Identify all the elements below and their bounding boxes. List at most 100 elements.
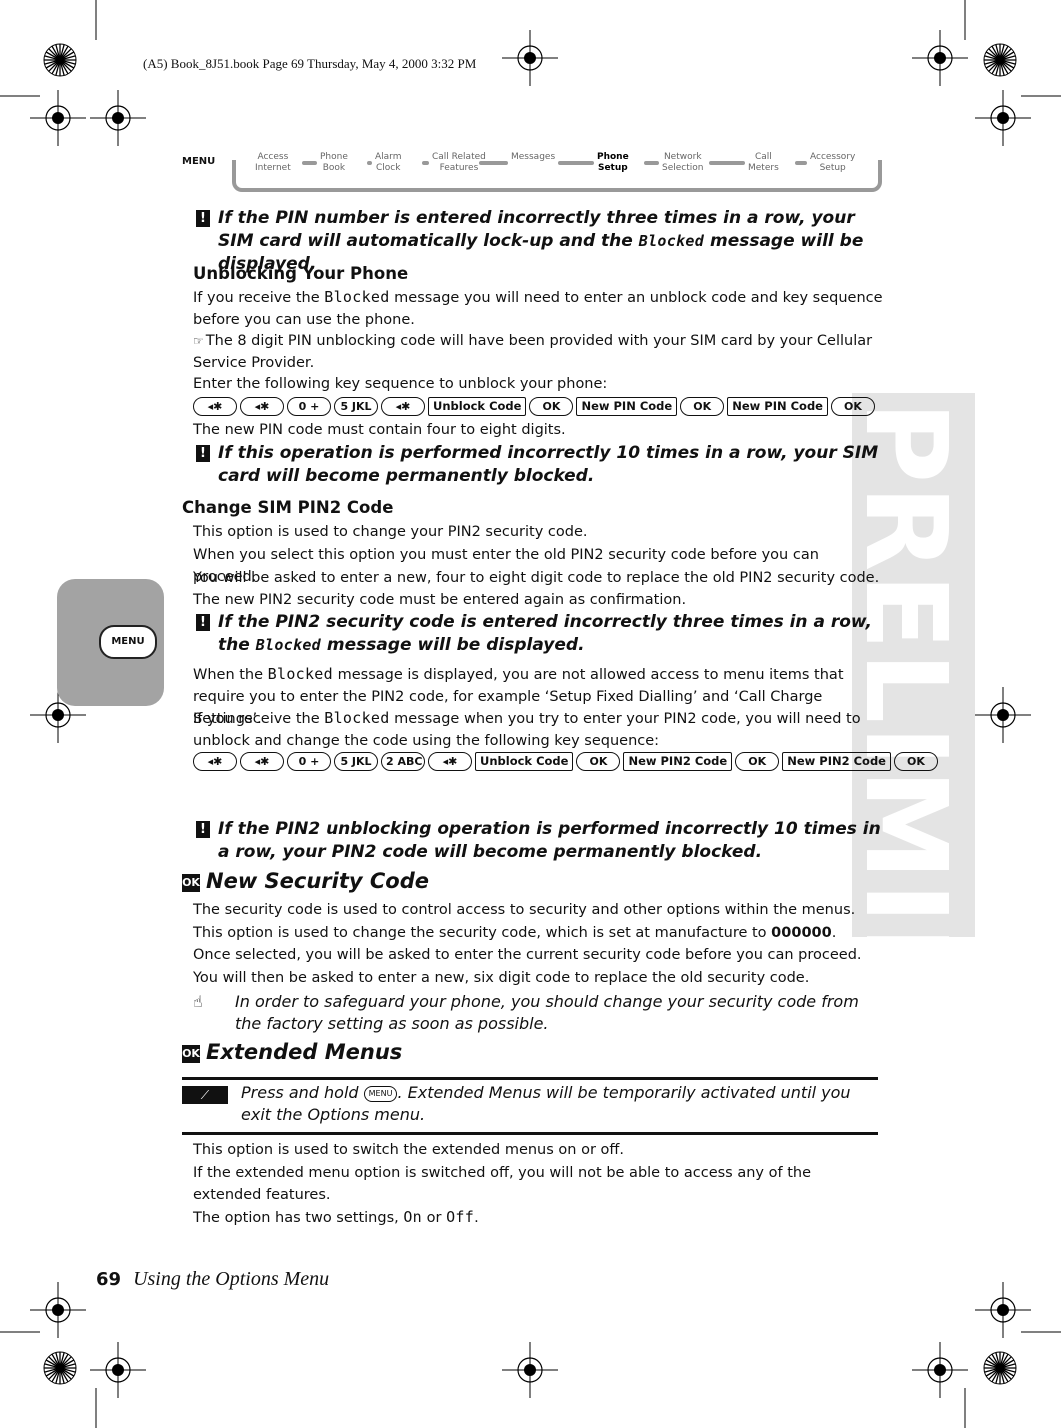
nav-item-label: Selection [662, 163, 704, 173]
nav-item-label: Setup [819, 163, 846, 173]
display-text: Blocked [267, 665, 333, 683]
display-text: On [403, 1208, 423, 1226]
crosshair-mark [975, 687, 1031, 743]
keypad-key-icon: ◂✱ [428, 752, 472, 771]
text: The 8 digit PIN unblocking code will hav… [193, 333, 873, 371]
keypad-key-icon: OK [529, 397, 574, 416]
text: In order to safeguard your phone, you sh… [235, 992, 859, 1033]
menu-option-heading: OK Extended Menus [182, 1041, 896, 1063]
chapter-title: Using the Options Menu [133, 1268, 330, 1290]
crosshair-mark [975, 90, 1031, 146]
warning-icon: ! [196, 614, 210, 631]
warning-note: ! If the PIN2 security code is entered in… [196, 611, 883, 657]
text: Enter the following key sequence to unbl… [193, 376, 608, 392]
entry-step-box: New PIN Code [727, 397, 828, 416]
paragraph: You will be asked to enter a new, four t… [193, 567, 883, 611]
nav-item: Messages [508, 152, 559, 163]
menu-navigation-strip: MENU Access Internet Phone Book Alarm Clock Ca… [182, 150, 882, 192]
keypad-key-icon: 5 JKL [334, 752, 378, 771]
text: . [831, 925, 837, 941]
text: If you receive the [193, 290, 325, 306]
nav-item: Accessory Setup [807, 152, 859, 174]
display-text: Blocked [324, 288, 390, 306]
nav-item: Network Selection [659, 152, 707, 174]
text: Press and hold [241, 1083, 364, 1102]
entry-step-box: Unblock Code [428, 397, 527, 416]
nav-menu-label: MENU [182, 156, 216, 167]
nav-connector [644, 161, 659, 165]
crosshair-mark [30, 90, 86, 146]
text: If the extended menu option is switched … [193, 1165, 811, 1203]
text: When the [193, 667, 268, 683]
paragraph: Once selected, you will be asked to ente… [193, 944, 883, 966]
nav-item: Alarm Clock [372, 152, 405, 174]
section-heading: Unblocking Your Phone [193, 263, 883, 285]
nav-item-label: Accessory [810, 152, 856, 162]
page-number: 69 [96, 1269, 122, 1290]
paragraph: This option is used to switch the extend… [193, 1139, 883, 1161]
nav-item: Phone Book [317, 152, 351, 174]
starburst-mark [43, 1351, 77, 1385]
menu-key-icon: MENU [99, 625, 157, 659]
text: If the PIN2 unblocking operation is perf… [218, 819, 881, 862]
keypad-key-icon: 0 + [287, 397, 331, 416]
paragraph: This option is used to change your PIN2 … [193, 521, 883, 543]
menu-option-heading: OK New Security Code [182, 869, 896, 893]
nav-item: Call Meters [745, 152, 782, 174]
warning-icon: ! [196, 210, 210, 227]
crosshair-mark [912, 30, 968, 86]
nav-item-label: Clock [376, 163, 401, 173]
nav-item-label: Phone [320, 152, 348, 162]
nav-item: Phone Setup [594, 152, 632, 174]
text: The security code is used to control acc… [193, 902, 856, 918]
crosshair-mark [90, 90, 146, 146]
text: Change SIM PIN2 Code [182, 498, 394, 517]
key-sequence: ◂✱ ◂✱ 0 +5 JKL 2 ABC ◂✱ Unblock Code OK New PIN… [193, 752, 938, 771]
text: Once selected, you will be asked to ente… [193, 947, 862, 963]
nav-connector [479, 161, 508, 165]
shortcut-icon: ⟋ [182, 1086, 228, 1104]
text: The new PIN code must contain four to ei… [193, 422, 566, 438]
crosshair-mark [975, 1282, 1031, 1338]
keypad-key-icon: OK [830, 397, 875, 416]
nav-item-label: Features [439, 163, 479, 173]
menu-side-tab: MENU [57, 579, 164, 706]
section-heading: Change SIM PIN2 Code [182, 497, 872, 519]
nav-item-label: Setup [597, 163, 628, 173]
nav-item-label: Call [754, 152, 772, 162]
paragraph: The option has two settings, On or Off. [193, 1206, 883, 1229]
nav-item-label: Meters [748, 163, 779, 173]
keypad-key-icon: 5 JKL [334, 397, 378, 416]
keypad-key-icon: ◂✱ [193, 397, 237, 416]
keypad-key-icon: 2 ABC [381, 752, 425, 771]
crosshair-mark [502, 30, 558, 86]
nav-item-label: Internet [255, 163, 291, 173]
text: You will be asked to enter a new, four t… [193, 570, 880, 608]
nav-connector [558, 161, 594, 165]
nav-item-label: Messages [511, 152, 556, 162]
info-note: ☞ The 8 digit PIN unblocking code will ha… [193, 330, 883, 374]
paragraph: If you receive the Blocked message when … [193, 707, 883, 752]
shortcut-text: Press and hold MENU. Extended Menus will… [241, 1082, 881, 1126]
shortcut-box: ⟋ Press and hold MENU. Extended Menus wil… [182, 1077, 878, 1135]
crosshair-mark [30, 1282, 86, 1338]
keypad-key-icon: OK [735, 752, 780, 771]
starburst-mark [983, 43, 1017, 77]
page-footer: 69 Using the Options Menu [96, 1268, 329, 1291]
keypad-key-icon: ◂✱ [240, 397, 284, 416]
text: message will be displayed. [321, 635, 585, 655]
keypad-key-icon: OK [893, 752, 938, 771]
menu-key-icon: MENU [363, 1086, 398, 1102]
keypad-key-icon: ◂✱ [240, 752, 284, 771]
nav-connector [422, 161, 429, 165]
nav-connector [302, 161, 317, 165]
nav-item-label: Phone [597, 152, 629, 162]
text: or [422, 1210, 447, 1226]
starburst-mark [983, 1351, 1017, 1385]
display-text: Blocked [255, 636, 322, 654]
text: If you receive the [193, 711, 325, 727]
text: New Security Code [206, 869, 430, 893]
keypad-key-icon: ◂✱ [193, 752, 237, 771]
nav-connector [795, 161, 807, 165]
pointing-hand-icon: ☞ [193, 334, 204, 348]
